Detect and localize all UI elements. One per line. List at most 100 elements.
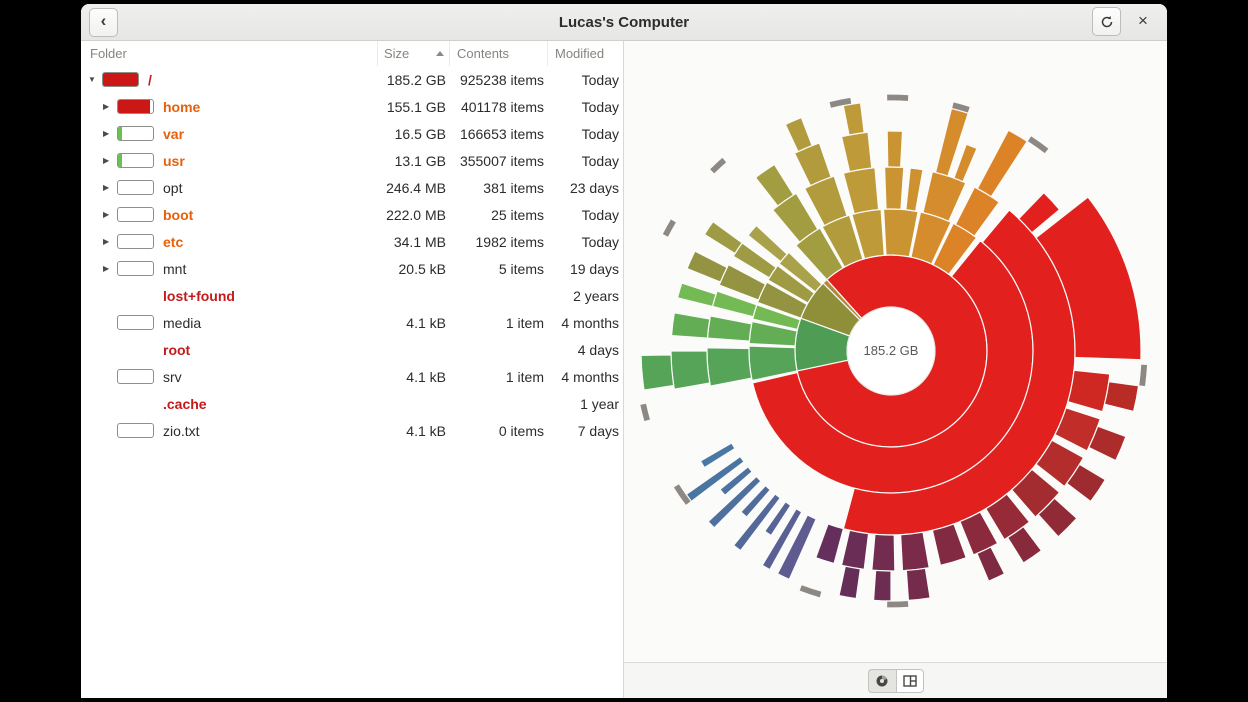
expander-closed-icon[interactable]: ▶	[103, 129, 117, 138]
window-title: Lucas's Computer	[81, 14, 1167, 31]
usage-bar-fill	[118, 154, 122, 167]
expander-closed-icon[interactable]: ▶	[103, 210, 117, 219]
size-cell: 4.1 kB	[378, 369, 450, 385]
ring-segment[interactable]	[874, 570, 891, 601]
ring-segment[interactable]	[887, 131, 902, 167]
ring-segment[interactable]	[641, 355, 674, 390]
contents-cell: 1982 items	[450, 234, 548, 250]
table-row[interactable]: lost+found2 years	[81, 282, 623, 309]
ring-segment[interactable]	[885, 167, 904, 209]
contents-cell: 0 items	[450, 423, 548, 439]
ring-depth-tick	[799, 584, 822, 598]
table-row[interactable]: ▶usr13.1 GB355007 itemsToday	[81, 147, 623, 174]
ring-segment[interactable]	[778, 515, 817, 579]
table-row[interactable]: ▶mnt20.5 kB5 items19 days	[81, 255, 623, 282]
folder-cell: ▶mnt	[81, 261, 378, 277]
ring-segment[interactable]	[672, 313, 710, 338]
expander-closed-icon[interactable]: ▶	[103, 156, 117, 165]
contents-cell: 381 items	[450, 180, 548, 196]
usage-bar-slot	[117, 261, 159, 276]
modified-cell: Today	[548, 126, 623, 142]
treemap-view-button[interactable]	[896, 669, 924, 693]
ring-segment[interactable]	[842, 132, 872, 172]
table-row[interactable]: ▶home155.1 GB401178 itemsToday	[81, 93, 623, 120]
size-cell: 222.0 MB	[378, 207, 450, 223]
expander-closed-icon[interactable]: ▶	[103, 264, 117, 273]
folder-cell: ▶opt	[81, 180, 378, 196]
ring-segment[interactable]	[901, 532, 930, 571]
close-button[interactable]: ×	[1129, 7, 1157, 35]
app-window: ‹ Lucas's Computer × Folder Size	[81, 4, 1167, 698]
expander-closed-icon[interactable]: ▶	[103, 237, 117, 246]
folder-cell: ▶etc	[81, 234, 378, 250]
header-bar: ‹ Lucas's Computer ×	[81, 4, 1167, 41]
table-row[interactable]: ▶opt246.4 MB381 items23 days	[81, 174, 623, 201]
folder-tree-pane: Folder Size Contents Modified ▼/185.2 GB…	[81, 41, 624, 698]
folder-name: home	[163, 99, 200, 115]
table-row[interactable]: zio.txt4.1 kB0 items7 days	[81, 417, 623, 444]
usage-bar-slot	[117, 234, 159, 249]
ring-segment[interactable]	[678, 283, 716, 306]
rings-view-button[interactable]	[868, 669, 896, 693]
usage-bar	[117, 315, 154, 330]
chart-pane: 185.2 GB	[624, 41, 1167, 698]
back-button[interactable]: ‹	[89, 8, 118, 37]
usage-bar	[117, 261, 154, 276]
rings-chart[interactable]: 185.2 GB	[624, 41, 1167, 662]
expander-closed-icon[interactable]: ▶	[103, 102, 117, 111]
folder-name: usr	[163, 153, 185, 169]
folder-cell: ▶var	[81, 126, 378, 142]
usage-bar-slot	[117, 315, 159, 330]
ring-segment[interactable]	[906, 168, 923, 211]
table-row[interactable]: media4.1 kB1 item4 months	[81, 309, 623, 336]
ring-segment[interactable]	[839, 566, 860, 598]
table-row[interactable]: ▶etc34.1 MB1982 itemsToday	[81, 228, 623, 255]
column-header-contents[interactable]: Contents	[450, 41, 548, 66]
table-row[interactable]: ▼/185.2 GB925238 itemsToday	[81, 66, 623, 93]
table-row[interactable]: ▶boot222.0 MB25 itemsToday	[81, 201, 623, 228]
refresh-button[interactable]	[1092, 7, 1121, 36]
modified-cell: 23 days	[548, 180, 623, 196]
ring-segment[interactable]	[816, 524, 844, 564]
ring-segment[interactable]	[843, 103, 864, 135]
ring-segment[interactable]	[687, 251, 727, 282]
modified-cell: 4 months	[548, 315, 623, 331]
size-cell: 155.1 GB	[378, 99, 450, 115]
ring-segment[interactable]	[977, 547, 1005, 581]
folder-cell: ▼/	[81, 72, 378, 88]
usage-bar-slot	[102, 72, 144, 87]
treemap-chart-icon	[903, 675, 917, 687]
expander-closed-icon[interactable]: ▶	[103, 183, 117, 192]
table-row[interactable]: ▶var16.5 GB166653 itemsToday	[81, 120, 623, 147]
chart-center-label: 185.2 GB	[864, 343, 919, 358]
column-header-size[interactable]: Size	[378, 41, 450, 66]
ring-segment[interactable]	[906, 568, 930, 600]
ring-segment[interactable]	[707, 348, 752, 386]
ring-segment[interactable]	[785, 118, 812, 152]
ring-segment[interactable]	[1104, 382, 1138, 412]
ring-segment[interactable]	[872, 534, 895, 571]
column-header-folder[interactable]: Folder	[81, 41, 378, 66]
column-header-modified[interactable]: Modified	[548, 41, 623, 66]
expander-open-icon[interactable]: ▼	[88, 75, 102, 84]
ring-segment[interactable]	[954, 144, 977, 181]
usage-bar	[117, 126, 154, 141]
modified-cell: 19 days	[548, 261, 623, 277]
ring-segment[interactable]	[707, 316, 751, 341]
usage-bar	[117, 234, 154, 249]
contents-cell: 355007 items	[450, 153, 548, 169]
table-row[interactable]: .cache1 year	[81, 390, 623, 417]
ring-segment[interactable]	[842, 530, 869, 569]
folder-name: root	[163, 342, 190, 358]
usage-bar	[117, 369, 154, 384]
ring-segment[interactable]	[671, 351, 710, 389]
table-row[interactable]: root4 days	[81, 336, 623, 363]
ring-segment[interactable]	[843, 168, 878, 214]
ring-segment[interactable]	[932, 524, 966, 565]
ring-segment[interactable]	[704, 222, 742, 254]
rings-chart-icon	[875, 674, 889, 688]
folder-cell: zio.txt	[81, 423, 378, 439]
table-row[interactable]: srv4.1 kB1 item4 months	[81, 363, 623, 390]
ring-segment[interactable]	[977, 130, 1027, 196]
ring-segment[interactable]	[1068, 370, 1110, 411]
